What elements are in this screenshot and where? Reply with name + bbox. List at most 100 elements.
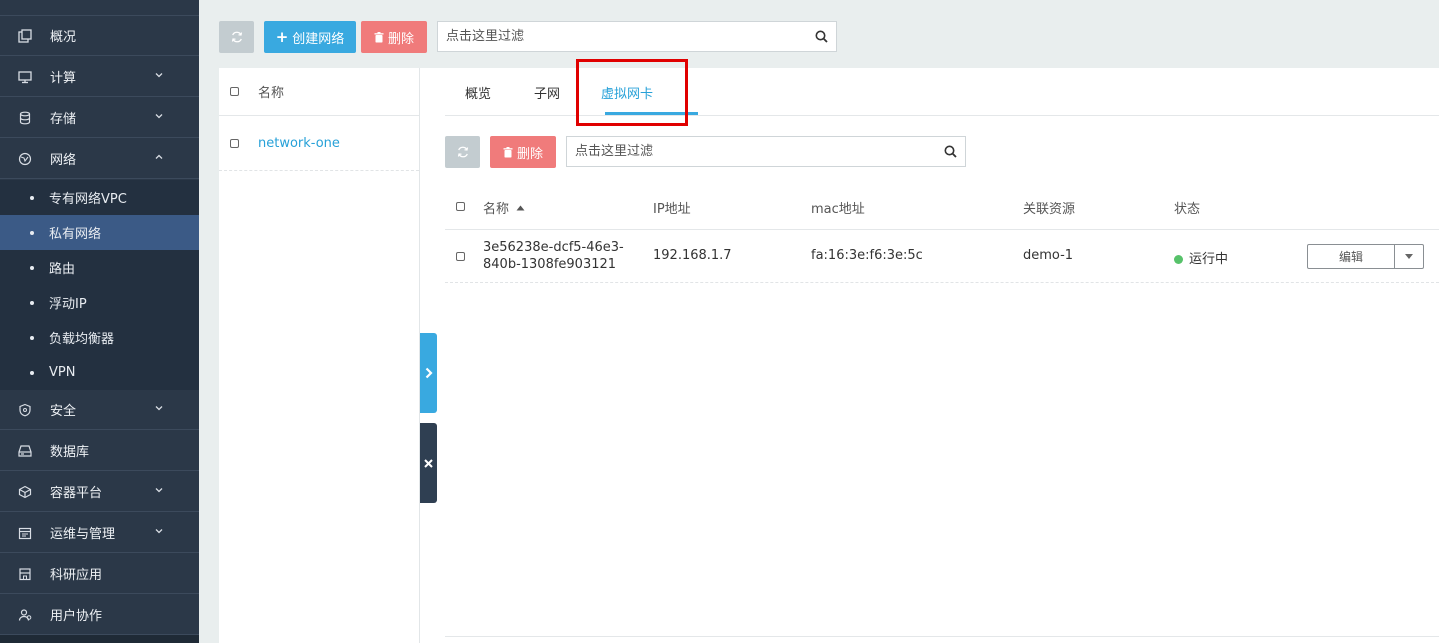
- edit-dropdown-button[interactable]: [1395, 245, 1423, 268]
- expand-panel-toggle[interactable]: [420, 333, 437, 413]
- sidebar-item-label: 安全: [50, 404, 77, 419]
- delete-network-button[interactable]: 删除: [361, 21, 427, 53]
- sidebar-subitem-load-balancer[interactable]: 负载均衡器: [0, 320, 199, 355]
- sidebar-subitem-router[interactable]: 路由: [0, 250, 199, 285]
- subitem-label: 路由: [49, 262, 76, 277]
- row-checkbox[interactable]: [230, 138, 239, 148]
- subitem-label: 私有网络: [49, 227, 102, 242]
- list-item[interactable]: network-one: [219, 116, 419, 171]
- select-all-checkbox[interactable]: [456, 202, 465, 211]
- nic-resource: demo-1: [1023, 248, 1074, 263]
- close-panel-toggle[interactable]: [420, 423, 437, 503]
- sidebar-item-security[interactable]: 安全: [0, 390, 199, 430]
- trash-icon: [503, 146, 513, 157]
- status-dot-icon: [1174, 255, 1183, 264]
- bullet-icon: [30, 265, 34, 270]
- sidebar-item-compute[interactable]: 计算: [0, 57, 199, 97]
- edit-button[interactable]: 编辑: [1308, 245, 1395, 268]
- chevron-down-icon: [155, 73, 163, 78]
- table-bottom-border: [445, 636, 1439, 637]
- network-submenu: 专有网络VPC 私有网络 路由 浮动IP 负载均衡器 VPN: [0, 180, 199, 390]
- sidebar-item-database[interactable]: 数据库: [0, 431, 199, 471]
- chevron-down-icon: [155, 114, 163, 119]
- sidebar-item-label: 数据库: [50, 445, 90, 460]
- nic-ip: 192.168.1.7: [653, 248, 732, 263]
- monitor-icon: [17, 69, 33, 85]
- sidebar-subitem-vpn[interactable]: VPN: [0, 355, 199, 390]
- calendar-icon: [17, 525, 33, 541]
- nic-name-line2: 840b-1308fe903121: [483, 257, 617, 272]
- column-header-resource: 关联资源: [1023, 202, 1076, 217]
- trash-icon: [374, 31, 384, 42]
- nic-table-header: 名称 IP地址 mac地址 关联资源 状态: [445, 182, 1439, 230]
- shield-icon: [17, 402, 33, 418]
- nic-search-input[interactable]: [567, 137, 935, 166]
- column-header-name[interactable]: 名称: [483, 198, 525, 217]
- sidebar-item-overview[interactable]: 概况: [0, 16, 199, 56]
- search-icon[interactable]: [806, 30, 836, 43]
- create-network-button[interactable]: + 创建网络: [264, 21, 356, 53]
- table-row: 3e56238e-dcf5-46e3- 840b-1308fe903121 19…: [445, 230, 1439, 283]
- create-network-label: 创建网络: [292, 31, 345, 47]
- refresh-button[interactable]: [219, 21, 254, 53]
- chevron-down-icon: [155, 488, 163, 493]
- chevron-up-icon: [155, 154, 163, 159]
- sort-asc-icon: [516, 205, 525, 211]
- sidebar-subitem-vpc[interactable]: 专有网络VPC: [0, 180, 199, 215]
- cube-icon: [17, 484, 33, 500]
- chevron-right-icon: [425, 367, 433, 379]
- row-checkbox[interactable]: [456, 252, 465, 261]
- sidebar-item-container-platform[interactable]: 容器平台: [0, 472, 199, 512]
- nic-name-line1: 3e56238e-dcf5-46e3-: [483, 240, 624, 255]
- refresh-icon: [457, 146, 468, 158]
- sidebar-item-label: 概况: [50, 30, 77, 45]
- search-icon[interactable]: [935, 145, 965, 158]
- column-header-ip: IP地址: [653, 202, 691, 217]
- sidebar-item-label: 用户协作: [50, 609, 103, 624]
- chevron-down-icon: [155, 529, 163, 534]
- tab-overview[interactable]: 概览: [465, 68, 491, 116]
- sidebar-item-label: 科研应用: [50, 568, 103, 583]
- subitem-label: VPN: [49, 365, 76, 380]
- bullet-icon: [30, 230, 34, 235]
- tab-subnet[interactable]: 子网: [534, 68, 560, 116]
- bullet-icon: [30, 370, 34, 375]
- building-icon: [17, 566, 33, 582]
- network-list-panel: 名称 network-one: [219, 68, 420, 643]
- sidebar-item-label: 容器平台: [50, 486, 103, 501]
- sidebar-item-label: 网络: [50, 153, 77, 168]
- sidebar-subitem-private-network[interactable]: 私有网络: [0, 215, 199, 250]
- subitem-label: 浮动IP: [49, 297, 87, 312]
- sidebar-item-user-collab[interactable]: 用户协作: [0, 595, 199, 635]
- status-badge: 运行中: [1174, 248, 1228, 267]
- database-icon: [17, 110, 33, 126]
- edit-action-group: 编辑: [1307, 244, 1424, 269]
- column-header-status: 状态: [1174, 202, 1201, 217]
- column-header-label: 名称: [483, 202, 510, 217]
- select-all-checkbox[interactable]: [230, 87, 239, 96]
- network-icon: [17, 151, 33, 167]
- chevron-down-icon: [155, 406, 163, 411]
- drive-icon: [17, 443, 33, 459]
- overview-icon: [17, 28, 33, 44]
- sidebar-item-network[interactable]: 网络: [0, 139, 199, 179]
- refresh-icon: [231, 31, 242, 43]
- network-name-link[interactable]: network-one: [258, 136, 340, 151]
- nic-refresh-button[interactable]: [445, 136, 480, 168]
- column-header-name: 名称: [258, 86, 285, 101]
- sidebar-item-research-apps[interactable]: 科研应用: [0, 554, 199, 594]
- users-icon: [17, 607, 33, 623]
- sidebar-item-label: 存储: [50, 112, 77, 127]
- sidebar-item-ops-management[interactable]: 运维与管理: [0, 513, 199, 553]
- nic-delete-button[interactable]: 删除: [490, 136, 556, 168]
- subitem-label: 负载均衡器: [49, 332, 115, 347]
- bullet-icon: [30, 300, 34, 305]
- sidebar-subitem-floating-ip[interactable]: 浮动IP: [0, 285, 199, 320]
- sidebar-item-label: 运维与管理: [50, 527, 116, 542]
- list-header: 名称: [219, 68, 419, 116]
- network-search-input[interactable]: [438, 22, 806, 51]
- column-header-mac: mac地址: [811, 202, 865, 217]
- sidebar-item-storage[interactable]: 存储: [0, 98, 199, 138]
- nic-name-link[interactable]: 3e56238e-dcf5-46e3- 840b-1308fe903121: [483, 239, 624, 273]
- sidebar-top-item: [0, 0, 199, 16]
